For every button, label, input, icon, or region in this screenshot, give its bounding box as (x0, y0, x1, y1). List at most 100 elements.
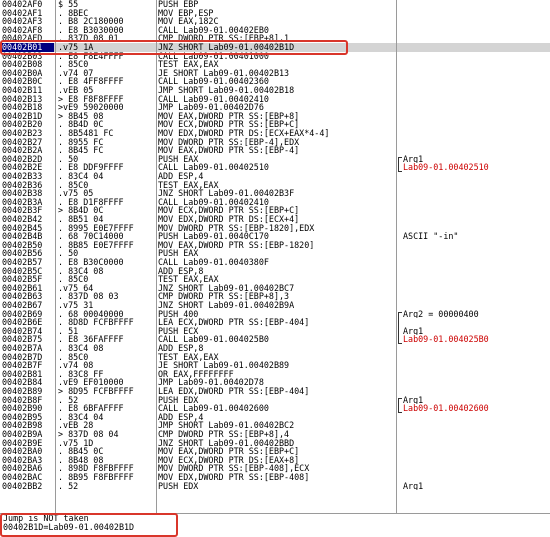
instruction-row[interactable]: 00402B7F .v74 08 JE SHORT Lab09-01.00402B8… (0, 361, 550, 370)
instruction-row[interactable]: 00402B89 > 8D95 FCFBFFFF LEA EDX,DWORD PTR… (0, 387, 550, 396)
instruction-row[interactable]: 00402BA6 . 898D F8FBFFFF MOV DWORD PTR SS:… (0, 464, 550, 473)
instruction-row[interactable]: 00402BB2 . 52 PUSH EDX Arg1 (0, 482, 550, 491)
disassembly-cell: LEA EDX,DWORD PTR SS:[EBP-404] (158, 387, 310, 396)
hex-bytes-cell: . 898D F8FBFFFF (58, 464, 134, 473)
instruction-row[interactable]: 00402B7D . 85C0 TEST EAX,EAX (0, 353, 550, 362)
instruction-row[interactable]: 00402B20 . 8B4D 0C MOV ECX,DWORD PTR SS:[E… (0, 120, 550, 129)
disassembly-pane[interactable]: 00402AF0 $ 55 PUSH EBP 00402AF1 . 8BEC MOV EB… (0, 0, 550, 513)
instruction-row[interactable]: 00402B61 .v75 64 JNZ SHORT Lab09-01.00402B… (0, 284, 550, 293)
instruction-row[interactable]: 00402AF1 . 8BEC MOV EBP,ESP (0, 9, 550, 18)
address-cell: 00402B2E (2, 163, 43, 172)
instruction-row[interactable]: 00402B69 . 68 00040000 PUSH 400 Arg2 = 0000… (0, 310, 550, 319)
instruction-row[interactable]: 00402B2A . 8B45 FC MOV EAX,DWORD PTR SS:[E… (0, 146, 550, 155)
selected-instruction-row[interactable]: 00402B01 .v75 1A JNZ SHORT Lab09-01.00402B… (0, 43, 550, 52)
address-column-divider[interactable] (55, 0, 56, 513)
instruction-row[interactable]: 00402B5F . 85C0 TEST EAX,EAX (0, 275, 550, 284)
instruction-row[interactable]: 00402B3A . E8 D1F8FFFF CALL Lab09-01.00402… (0, 198, 550, 207)
instruction-row[interactable]: 00402BAC . 8B95 F8FBFFFF MOV EDX,DWORD PTR… (0, 473, 550, 482)
instruction-row[interactable]: 00402B0C . E8 4FF8FFFF CALL Lab09-01.00402… (0, 77, 550, 86)
disassembly-cell: PUSH EBP (158, 0, 199, 9)
instruction-row[interactable]: 00402B27 . 8955 FC MOV DWORD PTR SS:[EBP-4… (0, 138, 550, 147)
hex-bytes-cell: .vEB 05 (58, 86, 94, 95)
instruction-row[interactable]: 00402B50 . 8B85 E0E7FFFF MOV EAX,DWORD PTR… (0, 241, 550, 250)
instruction-row[interactable]: 00402B57 . E8 B30C0000 CALL Lab09-01.00403… (0, 258, 550, 267)
instruction-row[interactable]: 00402B7A . 83C4 08 ADD ESP,8 (0, 344, 550, 353)
disassembly-cell: CALL Lab09-01.00402360 (158, 77, 269, 86)
comment-column-divider[interactable] (396, 0, 397, 513)
hex-column-divider[interactable] (156, 0, 157, 513)
instruction-row[interactable]: 00402BA0 . 8B45 0C MOV EAX,DWORD PTR SS:[E… (0, 447, 550, 456)
instruction-row[interactable]: 00402B67 .v75 31 JNZ SHORT Lab09-01.00402B… (0, 301, 550, 310)
instruction-row[interactable]: 00402B03 . E8 F8E4FFFF CALL Lab09-01.00401… (0, 52, 550, 61)
instruction-row[interactable]: 00402B42 . 8B51 04 MOV EDX,DWORD PTR DS:[E… (0, 215, 550, 224)
instruction-row[interactable]: 00402B08 . 85C0 TEST EAX,EAX (0, 60, 550, 69)
instruction-row[interactable]: 00402B6E . 8D8D FCFBFFFF LEA ECX,DWORD PTR… (0, 318, 550, 327)
address-cell: 00402B61 (2, 283, 43, 293)
instruction-row[interactable]: 00402B90 . E8 6BFAFFFF CALL Lab09-01.00402… (0, 404, 550, 413)
disassembly-cell: MOV EAX,DWORD PTR SS:[EBP+8] (158, 111, 300, 121)
comment-cell: Arg1 (403, 481, 424, 491)
instruction-row[interactable]: 00402B11 .vEB 05 JMP SHORT Lab09-01.00402B… (0, 86, 550, 95)
instruction-row[interactable]: 00402B13 > E8 F8F8FFFF CALL Lab09-01.00402… (0, 95, 550, 104)
address-cell: 00402AF0 (2, 0, 43, 9)
instruction-row[interactable]: 00402B38 .v75 05 JNZ SHORT Lab09-01.00402B… (0, 189, 550, 198)
instruction-row[interactable]: 00402B2D . 50 PUSH EAX Arg1 (0, 155, 550, 164)
address-cell: 00402AF3 (2, 17, 43, 26)
instruction-row[interactable]: 00402B2E . E8 DDF9FFFF CALL Lab09-01.00402… (0, 163, 550, 172)
instruction-row[interactable]: 00402B23 . 8B5481 FC MOV EDX,DWORD PTR DS:… (0, 129, 550, 138)
instruction-row[interactable]: 00402AF0 $ 55 PUSH EBP (0, 0, 550, 9)
instruction-row[interactable]: 00402B8F . 52 PUSH EDX Arg1 (0, 396, 550, 405)
instruction-row[interactable]: 00402AF3 . B8 2C180000 MOV EAX,182C (0, 17, 550, 26)
instruction-row[interactable]: 00402B4B . 68 70C14000 PUSH Lab09-01.0040C… (0, 232, 550, 241)
address-cell: 00402B2A (2, 146, 43, 155)
instruction-row[interactable]: 00402B95 . 83C4 04 ADD ESP,4 (0, 413, 550, 422)
disassembly-cell: JMP SHORT Lab09-01.00402B18 (158, 86, 295, 95)
instruction-row[interactable]: 00402B45 . 8995 E0E7FFFF MOV DWORD PTR SS:… (0, 224, 550, 233)
instruction-row[interactable]: 00402B18 >vE9 59020000 JMP Lab09-01.00402D… (0, 103, 550, 112)
address-cell: 00402BA6 (2, 464, 43, 473)
instruction-row[interactable]: 00402B1D > 8B45 08 MOV EAX,DWORD PTR SS:[E… (0, 112, 550, 121)
instruction-row[interactable]: 00402B33 . 83C4 04 ADD ESP,4 (0, 172, 550, 181)
hex-bytes-cell: . 8B5481 FC (58, 129, 114, 138)
instruction-row[interactable]: 00402B5C . 83C4 08 ADD ESP,8 (0, 267, 550, 276)
address-cell: 00402B3A (2, 197, 43, 207)
instruction-row[interactable]: 00402B9E .v75 1D JNZ SHORT Lab09-01.00402B… (0, 439, 550, 448)
instruction-row[interactable]: 00402B84 .vE9 EF010000 JMP Lab09-01.00402D… (0, 378, 550, 387)
disassembly-cell: MOV DWORD PTR SS:[EBP-4],EDX (158, 137, 300, 147)
disassembly-cell: MOV EBP,ESP (158, 8, 214, 18)
instruction-row[interactable]: 00402B9A > 837D 08 04 CMP DWORD PTR SS:[EB… (0, 430, 550, 439)
disassembly-cell: JNZ SHORT Lab09-01.00402B3F (158, 189, 295, 198)
address-cell: 00402B9A (2, 430, 43, 439)
hex-bytes-cell: . 52 (58, 395, 79, 405)
disassembly-cell: ADD ESP,8 (158, 344, 204, 353)
hex-bytes-cell: > 837D 08 04 (58, 430, 119, 439)
address-cell: 00402AF8 (2, 25, 43, 35)
disassembly-cell: CMP DWORD PTR SS:[EBP+8],4 (158, 430, 290, 439)
disassembly-cell: MOV EAX,DWORD PTR SS:[EBP-4] (158, 146, 300, 155)
address-cell: 00402B75 (2, 335, 43, 344)
instruction-row[interactable]: 00402B56 . 50 PUSH EAX (0, 249, 550, 258)
hex-bytes-cell: . 85C0 (58, 60, 89, 69)
instruction-row[interactable]: 00402B3F > 8B4D 0C MOV ECX,DWORD PTR SS:[E… (0, 206, 550, 215)
address-cell: 00402B18 (2, 103, 43, 112)
instruction-row[interactable]: 00402B36 . 85C0 TEST EAX,EAX (0, 181, 550, 190)
instruction-row[interactable]: 00402B74 . 51 PUSH ECX Arg1 (0, 327, 550, 336)
instruction-row[interactable]: 00402AFD . 837D 08 01 CMP DWORD PTR SS:[EB… (0, 34, 550, 43)
address-cell: 00402B08 (2, 60, 43, 69)
address-cell: 00402B74 (2, 326, 43, 336)
disassembly-cell: MOV DWORD PTR SS:[EBP-1820],EDX (158, 223, 315, 233)
disassembly-cell: PUSH Lab09-01.0040C170 (158, 232, 269, 241)
disassembly-cell: PUSH 400 (158, 309, 199, 319)
instruction-row[interactable]: 00402B0A .v74 07 JE SHORT Lab09-01.00402B1… (0, 69, 550, 78)
instruction-row[interactable]: 00402B98 .vEB 28 JMP SHORT Lab09-01.00402B… (0, 421, 550, 430)
instruction-row[interactable]: 00402BA3 . 8B48 08 MOV ECX,DWORD PTR DS:[E… (0, 456, 550, 465)
address-cell: 00402B20 (2, 120, 43, 129)
hex-bytes-cell: . 83C4 08 (58, 344, 104, 353)
instruction-row[interactable]: 00402AF8 . E8 B3030000 CALL Lab09-01.00402… (0, 26, 550, 35)
disassembly-cell: TEST EAX,EAX (158, 60, 219, 69)
instruction-row[interactable]: 00402B63 . 837D 08 03 CMP DWORD PTR SS:[EB… (0, 292, 550, 301)
instruction-row[interactable]: 00402B81 . 83C8 FF OR EAX,FFFFFFFF (0, 370, 550, 379)
disassembly-cell: MOV EDX,DWORD PTR SS:[EBP-408] (158, 473, 310, 482)
instruction-row[interactable]: 00402B75 . E8 36FAFFFF CALL Lab09-01.00402… (0, 335, 550, 344)
comment-cell: Lab09-01.00402510 (403, 163, 489, 172)
